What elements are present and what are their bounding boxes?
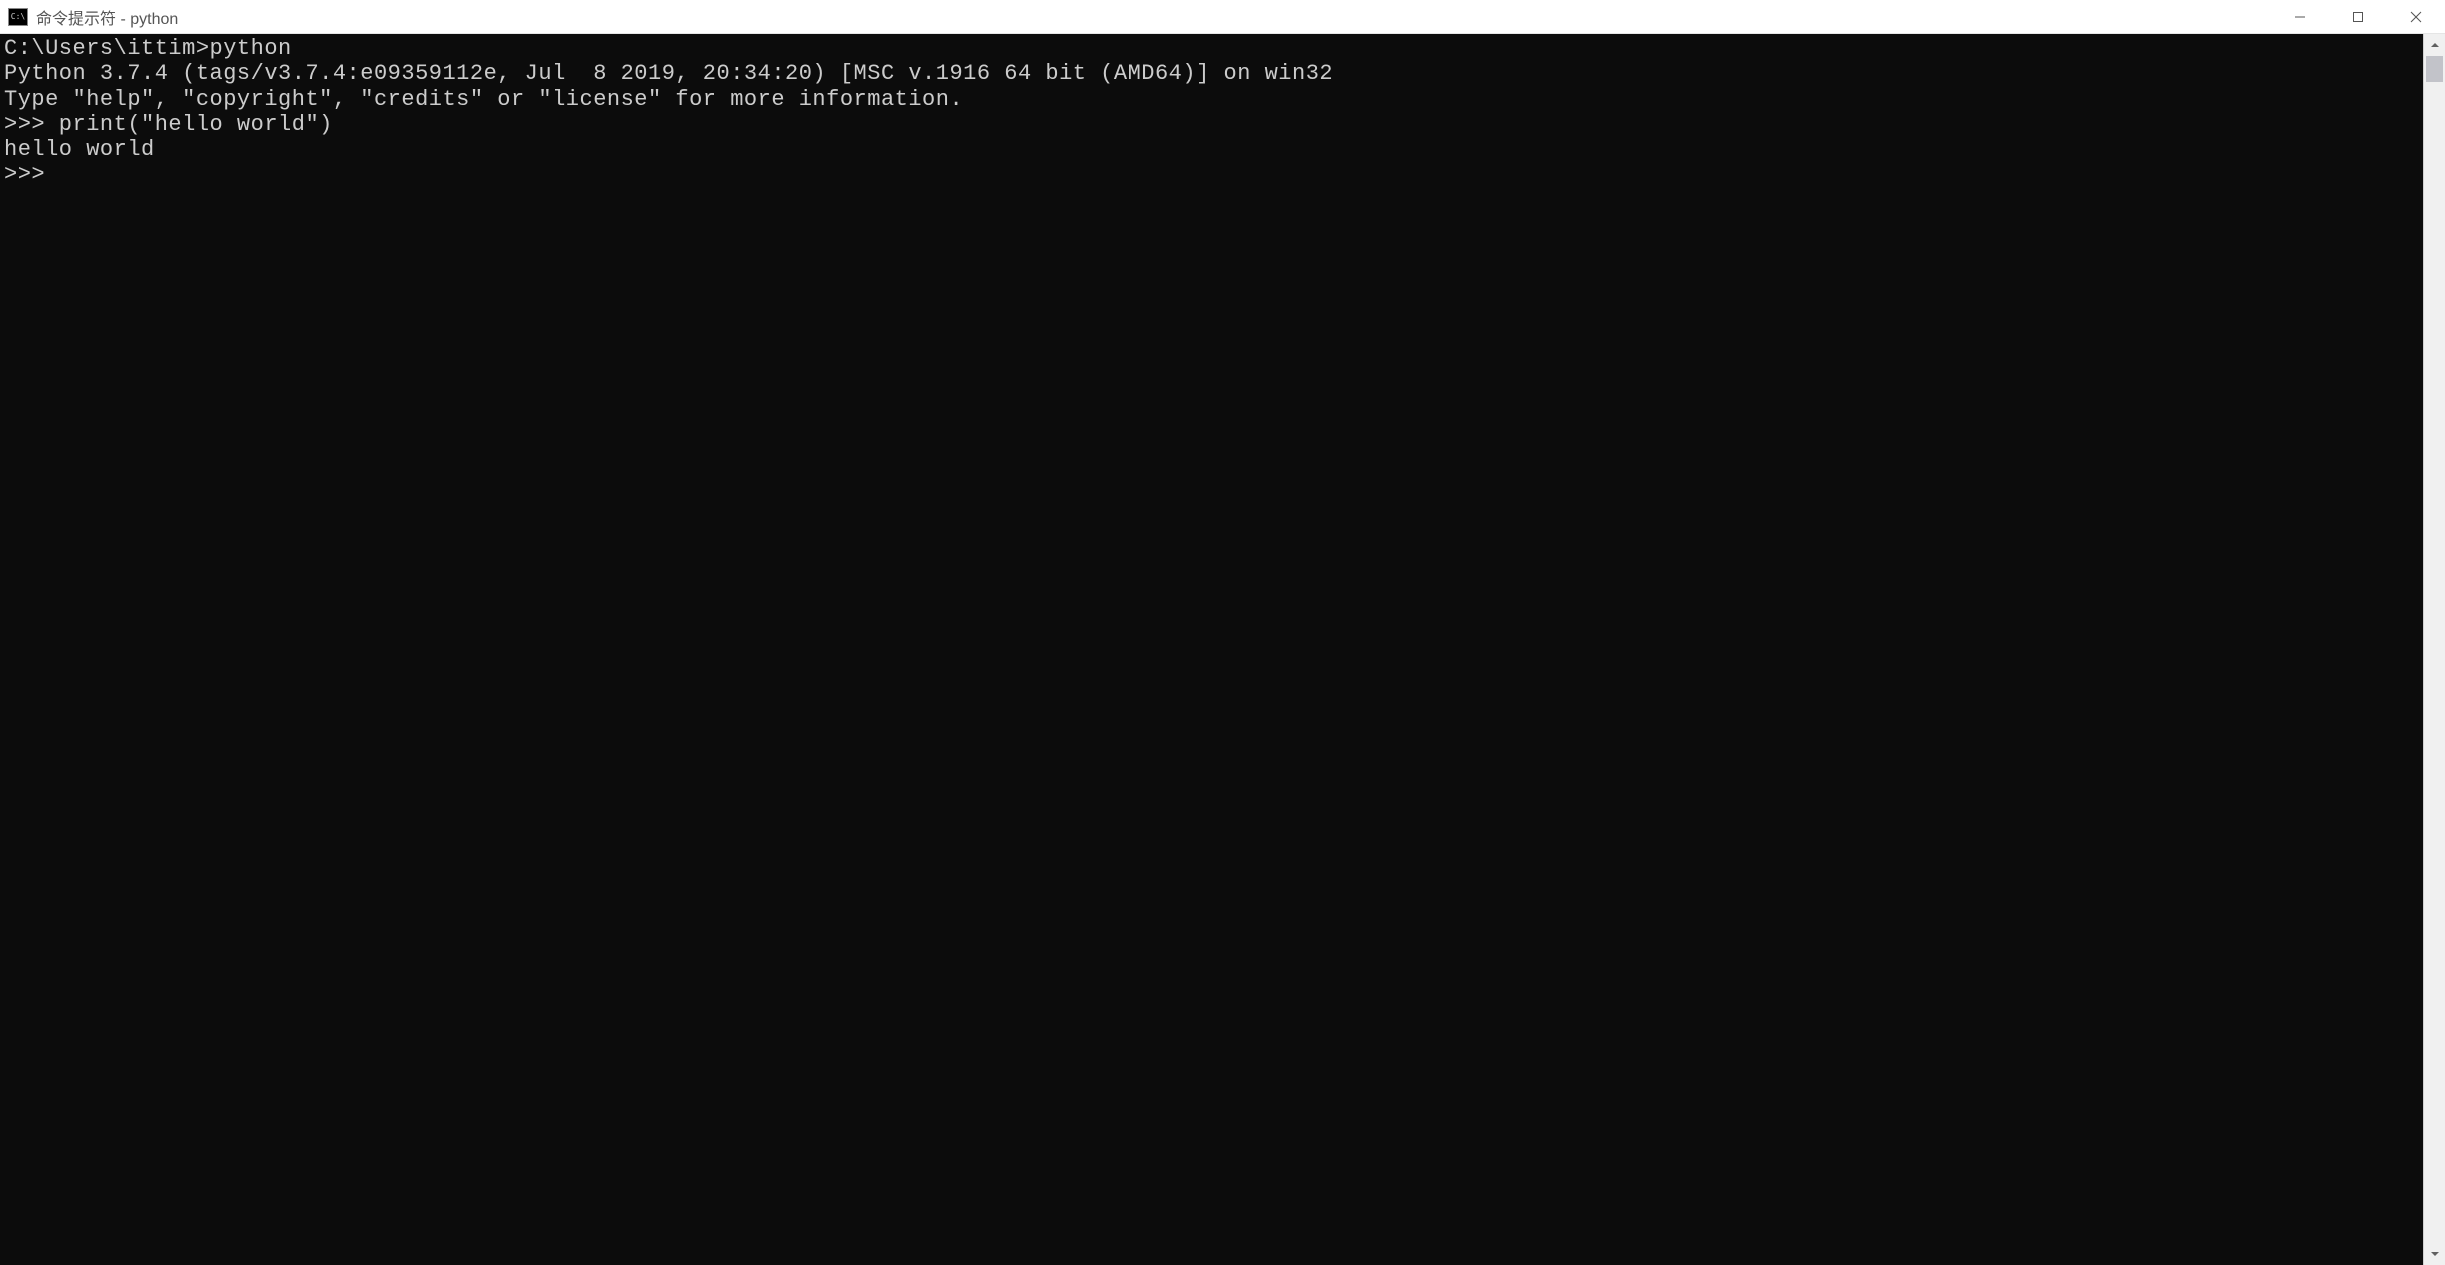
scroll-track[interactable] [2424, 56, 2445, 1243]
terminal-output[interactable]: C:\Users\ittim>python Python 3.7.4 (tags… [0, 34, 2423, 1265]
cmd-icon [8, 8, 28, 26]
scroll-down-button[interactable] [2424, 1243, 2445, 1265]
client-area: C:\Users\ittim>python Python 3.7.4 (tags… [0, 34, 2445, 1265]
chevron-down-icon [2430, 1249, 2440, 1259]
minimize-button[interactable] [2271, 0, 2329, 33]
titlebar[interactable]: 命令提示符 - python [0, 0, 2445, 34]
chevron-up-icon [2430, 40, 2440, 50]
maximize-icon [2352, 11, 2364, 23]
window-title: 命令提示符 - python [36, 5, 178, 29]
titlebar-left: 命令提示符 - python [8, 5, 178, 29]
close-icon [2410, 11, 2422, 23]
close-button[interactable] [2387, 0, 2445, 33]
vertical-scrollbar[interactable] [2423, 34, 2445, 1265]
minimize-icon [2294, 11, 2306, 23]
window-controls [2271, 0, 2445, 33]
command-prompt-window: 命令提示符 - python C:\Users\ittim>python Pyt… [0, 0, 2445, 1265]
scroll-up-button[interactable] [2424, 34, 2445, 56]
maximize-button[interactable] [2329, 0, 2387, 33]
scroll-thumb[interactable] [2426, 56, 2443, 82]
